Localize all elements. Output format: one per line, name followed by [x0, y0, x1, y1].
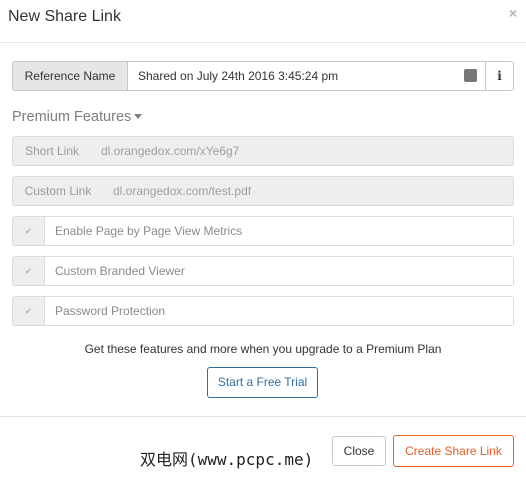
password-protection-checkbox: ✔ — [12, 296, 45, 326]
page-metrics-checkbox: ✔ — [12, 216, 45, 246]
custom-link-label: Custom Link — [12, 176, 104, 206]
password-protection-option-label: Password Protection — [44, 296, 514, 326]
reference-name-label: Reference Name — [12, 61, 128, 91]
reference-name-input[interactable]: Shared on July 24th 2016 3:45:24 pm — [127, 61, 486, 91]
premium-features-toggle[interactable]: Premium Features — [12, 109, 143, 125]
page-metrics-option-label: Enable Page by Page View Metrics — [44, 216, 514, 246]
ellipsis-icon[interactable] — [464, 62, 477, 82]
premium-features-heading: Premium Features — [12, 109, 132, 125]
custom-link-input: dl.orangedox.com/test.pdf — [103, 176, 514, 206]
branded-viewer-option-label: Custom Branded Viewer — [44, 256, 514, 286]
branded-viewer-checkbox: ✔ — [12, 256, 45, 286]
start-free-trial-button[interactable]: Start a Free Trial — [207, 367, 318, 398]
close-icon[interactable]: × — [509, 5, 517, 21]
create-share-link-button[interactable]: Create Share Link — [393, 435, 514, 467]
dialog-header: New Share Link × — [0, 0, 526, 43]
watermark-text: 双电网(www.pcpc.me) — [140, 450, 314, 469]
new-share-link-dialog: New Share Link × Reference Name Shared o… — [0, 0, 526, 482]
close-button[interactable]: Close — [332, 436, 386, 466]
info-button[interactable]: i — [485, 61, 514, 91]
footer-divider — [0, 416, 526, 417]
caret-down-icon — [134, 113, 143, 119]
short-link-label: Short Link — [12, 136, 92, 166]
dialog-title: New Share Link — [8, 8, 121, 25]
upgrade-message: Get these features and more when you upg… — [84, 342, 442, 356]
short-link-input: dl.orangedox.com/xYe6g7 — [91, 136, 514, 166]
